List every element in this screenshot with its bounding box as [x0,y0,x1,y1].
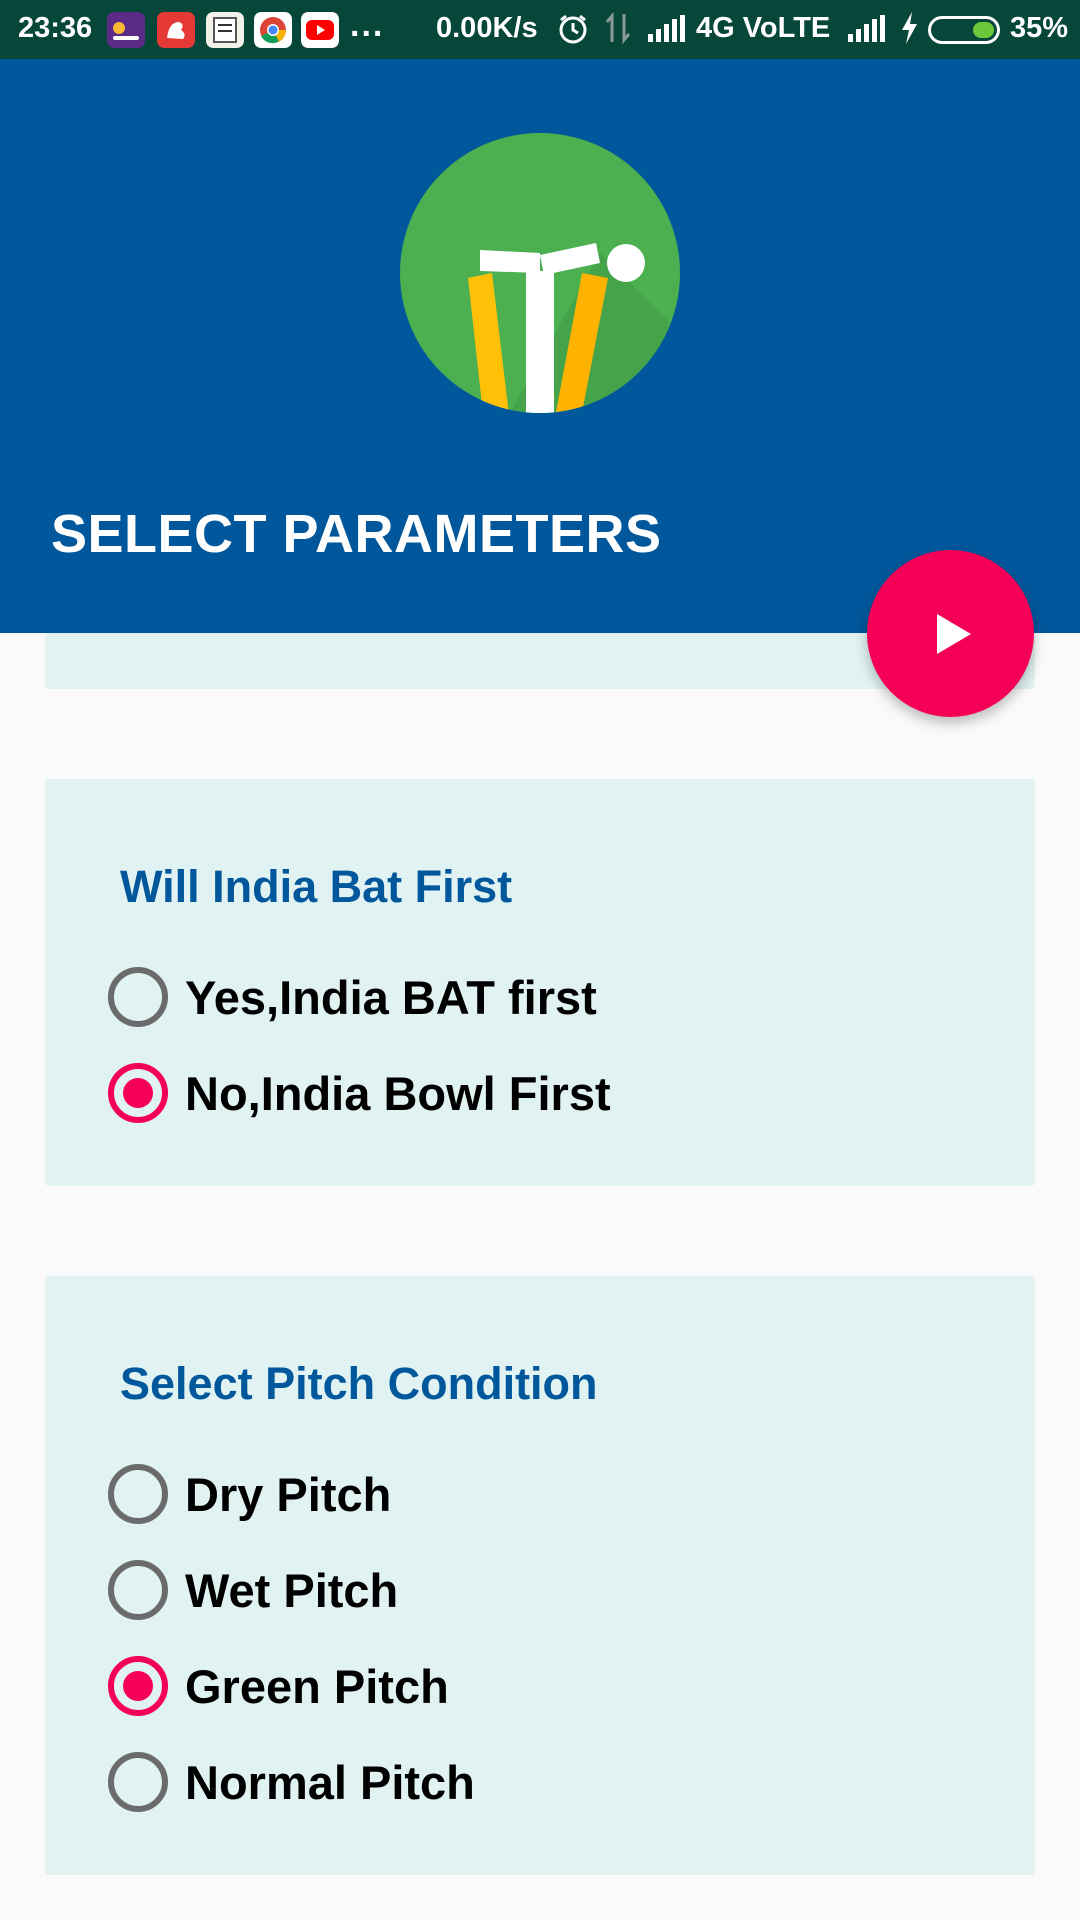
josh-app-icon [107,12,145,48]
radio-option-green-pitch[interactable]: Green Pitch [108,1654,449,1718]
network-type: 4G VoLTE [696,12,831,44]
signal-icon [648,15,685,42]
status-time: 23:36 [18,12,93,44]
radio-button[interactable] [108,1560,168,1620]
status-bar: 23:36 ... 0.00K/s 4G VoLTE 35% [0,0,1080,59]
page-title: SELECT PARAMETERS [51,504,662,564]
option-label: Dry Pitch [185,1467,392,1521]
radio-button[interactable] [108,1656,168,1716]
network-speed: 0.00K/s [436,12,538,44]
radio-option-bowl-first[interactable]: No,India Bowl First [108,1061,611,1125]
pitch-condition-title: Select Pitch Condition [120,1358,598,1409]
battery-fill [973,22,994,38]
next-fab-button[interactable] [867,550,1034,717]
option-label: Yes,India BAT first [185,970,597,1024]
app-header: SELECT PARAMETERS [0,59,1080,633]
battery-icon [928,16,1000,44]
notes-app-icon [206,12,244,48]
bat-first-card: Will India Bat First Yes,India BAT first… [45,779,1035,1186]
radio-button[interactable] [108,1752,168,1812]
data-sync-icon [605,11,631,45]
youtube-icon [301,12,339,48]
more-notifications-icon: ... [350,6,385,44]
option-label: Green Pitch [185,1659,449,1713]
radio-button[interactable] [108,1063,168,1123]
cricket-wicket-logo-icon [400,133,680,413]
option-label: Wet Pitch [185,1563,399,1617]
radio-option-normal-pitch[interactable]: Normal Pitch [108,1750,475,1814]
radio-button[interactable] [108,967,168,1027]
charging-icon [902,12,917,44]
strength-app-icon [157,12,195,48]
radio-button[interactable] [108,1464,168,1524]
radio-option-bat-first[interactable]: Yes,India BAT first [108,965,597,1029]
signal-icon-2 [848,15,885,42]
option-label: Normal Pitch [185,1755,475,1809]
bat-first-title: Will India Bat First [120,861,513,912]
chrome-icon [254,12,292,48]
radio-option-dry-pitch[interactable]: Dry Pitch [108,1462,391,1526]
battery-percent: 35% [1010,12,1069,44]
option-label: No,India Bowl First [185,1066,611,1120]
pitch-condition-card: Select Pitch Condition Dry Pitch Wet Pit… [45,1276,1035,1875]
alarm-icon [559,14,587,44]
radio-option-wet-pitch[interactable]: Wet Pitch [108,1558,398,1622]
play-icon [936,613,971,654]
